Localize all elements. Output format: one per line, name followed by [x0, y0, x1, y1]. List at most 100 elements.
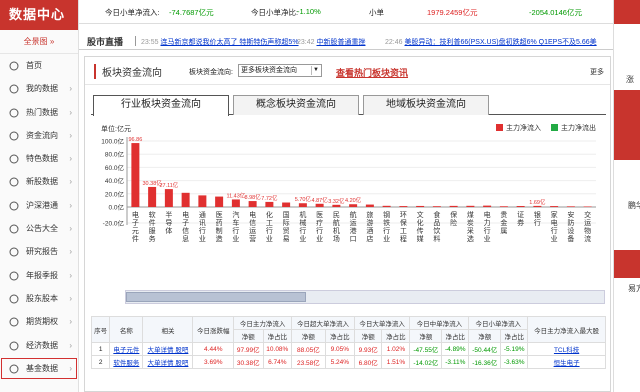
col-subheader[interactable]: 净占比 — [441, 329, 470, 343]
col-header[interactable]: 今日中单净流入 — [409, 316, 470, 330]
sector-name[interactable]: 软件服务 — [109, 355, 144, 369]
x-tick-label: 业 — [383, 234, 390, 243]
y-tick-label: 80.0亿 — [105, 150, 125, 159]
sidebar-item-5[interactable]: 新股数据 › — [0, 170, 78, 193]
sidebar-item-3[interactable]: 资金流向 › — [0, 124, 78, 147]
sidebar-item-0[interactable]: 首页 — [0, 54, 78, 77]
related-links[interactable]: 大单详情 股吧 — [142, 342, 194, 356]
x-tick-label: 工 — [266, 220, 273, 227]
futures-icon — [9, 317, 19, 327]
select-label: 板块资金流向: — [189, 69, 233, 76]
more-link[interactable]: 更多 — [590, 67, 604, 77]
scrollbar-thumb[interactable] — [126, 292, 306, 302]
sidebar-item-label: 我的数据 — [26, 84, 58, 94]
sidebar-item-8[interactable]: 研究报告 › — [0, 240, 78, 263]
bar — [466, 205, 475, 207]
sidebar-item-9[interactable]: 年报季报 › — [0, 264, 78, 287]
news-item-3[interactable]: 22:46 美股异动：技利普66(PSX.US)盘初跌超6% Q1EPS不及5.… — [385, 37, 597, 47]
col-header[interactable]: 相关 — [142, 316, 194, 343]
col-header[interactable]: 今日小单净流入 — [468, 316, 529, 330]
sidebar-item-4[interactable]: 特色数据 › — [0, 147, 78, 170]
related-links[interactable]: 大单详情 股吧 — [142, 355, 194, 369]
sector-name[interactable]: 电子元件 — [109, 342, 144, 356]
x-tick-label: 传 — [417, 226, 424, 235]
top-stock-link[interactable]: TCL科技 — [554, 347, 579, 354]
x-tick-label: 航 — [333, 218, 340, 227]
x-tick-label: 子 — [132, 219, 139, 227]
col-header[interactable]: 今日主力净流入最大股 — [527, 316, 606, 343]
col-subheader[interactable]: 净占比 — [262, 329, 293, 343]
sector-link[interactable]: 软件服务 — [113, 360, 139, 367]
x-tick-label: 息 — [182, 234, 189, 243]
sidebar-item-6[interactable]: 沪深港通 › — [0, 194, 78, 217]
sidebar-item-11[interactable]: 期货期权 › — [0, 310, 78, 333]
x-tick-label: 医 — [316, 211, 323, 219]
sidebar-item-1[interactable]: 我的数据 › — [0, 77, 78, 100]
sector-link[interactable]: 电子元件 — [113, 347, 139, 354]
top-stock-link[interactable]: 恒生电子 — [554, 360, 580, 367]
tab-region[interactable]: 地域板块资金流向 — [363, 95, 489, 115]
related-link[interactable]: 大单详情 股吧 — [148, 360, 189, 367]
col-subheader[interactable]: 净额 — [233, 329, 264, 343]
col-header[interactable]: 序号 — [90, 316, 111, 343]
row-no: 2 — [90, 355, 111, 369]
fund-icon — [9, 364, 19, 374]
x-tick-label: 港 — [350, 226, 357, 235]
sidebar-item-label: 沪深港通 — [26, 200, 58, 210]
x-tick-label: 汽 — [232, 210, 239, 219]
x-tick-label: 械 — [299, 218, 306, 227]
col-header[interactable]: 名称 — [109, 316, 144, 343]
panorama-button[interactable]: 全景图 » — [0, 30, 78, 54]
x-tick-label: 金 — [500, 218, 507, 227]
right-banner-middle — [614, 90, 640, 160]
small-in-value: -74.7687亿元 — [169, 8, 214, 17]
col-header[interactable]: 今日主力净流入 — [233, 316, 293, 330]
col-subheader[interactable]: 净额 — [409, 329, 443, 343]
new-icon — [9, 177, 19, 187]
col-subheader[interactable]: 净额 — [353, 329, 383, 343]
legend-label: 主力净流出 — [561, 123, 596, 132]
chevron-right-icon: › — [69, 317, 72, 327]
sidebar-item-7[interactable]: 公告大全 › — [0, 217, 78, 240]
related-link[interactable]: 大单详情 股吧 — [148, 347, 189, 354]
hot-sector-news-link[interactable]: 查看热门板块资讯 — [336, 66, 408, 79]
sidebar-item-label: 新股数据 — [26, 177, 58, 187]
x-tick-label: 煤 — [467, 210, 474, 219]
small-ratio-label: 今日小单净比: — [251, 8, 299, 17]
sidebar-item-12[interactable]: 经济数据 › — [0, 334, 78, 357]
col-subheader[interactable]: 净额 — [291, 329, 326, 343]
legend-swatch — [551, 124, 558, 131]
sector-flow-select[interactable]: 更多板块资金流向 ▼ — [238, 64, 322, 77]
tab-concept[interactable]: 概念板块资金流向 — [233, 95, 359, 115]
tab-industry[interactable]: 行业板块资金流向 — [93, 95, 229, 116]
data-label: 96.86 — [128, 137, 142, 143]
top-stock[interactable]: 恒生电子 — [527, 355, 606, 369]
col-header[interactable]: 今日涨跌幅 — [192, 316, 235, 343]
news-item-2[interactable]: 23:42 中新股普通重挫 — [297, 37, 365, 47]
x-tick-label: 贵 — [500, 210, 507, 219]
x-tick-label: 际 — [283, 218, 290, 227]
x-tick-label: 券 — [517, 218, 524, 227]
col-header[interactable]: 今日超大单净流入 — [291, 316, 355, 330]
sector-flow-panel: 板块资金流向 板块资金流向: 更多板块资金流向 ▼ 查看热门板块资讯 更多 行业… — [84, 56, 611, 392]
col-subheader[interactable]: 净占比 — [381, 329, 411, 343]
sidebar-title[interactable]: 数据中心 — [0, 0, 78, 30]
star-icon — [9, 154, 19, 164]
y-tick-label: 60.0亿 — [105, 163, 125, 172]
x-tick-label: 化 — [266, 210, 273, 219]
col-subheader[interactable]: 净占比 — [324, 329, 355, 343]
sidebar-item-13[interactable]: 基金数据 › — [0, 357, 78, 380]
chart-range-scrollbar[interactable] — [125, 290, 605, 304]
news-time: 23:42 — [297, 39, 315, 46]
col-header[interactable]: 今日大单净流入 — [353, 316, 411, 330]
top-stock[interactable]: TCL科技 — [527, 342, 606, 356]
news-item-1[interactable]: 23:55 连马新京都说我价太高了 特斯特伤声称超5% — [141, 37, 299, 47]
bar — [215, 196, 224, 207]
col-subheader[interactable]: 净额 — [468, 329, 502, 343]
sidebar-item-10[interactable]: 股东股本 › — [0, 287, 78, 310]
col-subheader[interactable]: 净占比 — [500, 329, 529, 343]
chevron-right-icon: › — [69, 154, 72, 164]
bar — [332, 204, 341, 207]
x-tick-label: 行 — [534, 218, 541, 227]
sidebar-item-2[interactable]: 热门数据 › — [0, 101, 78, 124]
